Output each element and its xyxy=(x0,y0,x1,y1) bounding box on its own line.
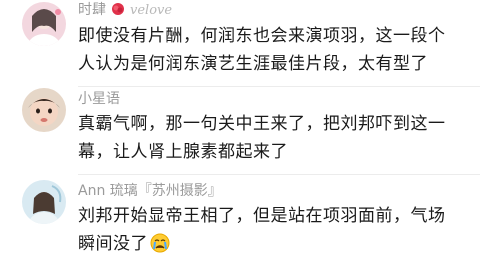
username[interactable]: Ann 琉璃『苏州摄影』 xyxy=(78,180,222,200)
comment-line: 真霸气啊，那一句关中王来了，把刘邦吓到这一 xyxy=(78,114,446,134)
comment-item: Ann 琉璃『苏州摄影』 刘邦开始显帝王相了，但是站在项羽面前，气场 瞬间没了 xyxy=(0,176,480,270)
comment-text: 刘邦开始显帝王相了，但是站在项羽面前，气场 瞬间没了 xyxy=(78,202,468,258)
comment-line: 人认为是何润东演艺生涯最佳片段，太有型了 xyxy=(78,54,428,74)
divider xyxy=(78,174,480,175)
username[interactable]: 小星语 xyxy=(78,88,120,108)
comment-text: 真霸气啊，那一句关中王来了，把刘邦吓到这一 幕，让人肾上腺素都起来了 xyxy=(78,110,468,166)
avatar[interactable] xyxy=(22,2,66,46)
comment-line-text: 瞬间没了 xyxy=(78,234,148,254)
crying-face-emoji-icon xyxy=(150,233,170,253)
comment-item: 小星语 真霸气啊，那一句关中王来了，把刘邦吓到这一 幕，让人肾上腺素都起来了 xyxy=(0,86,480,176)
comment-item: 时肆 velove 即使没有片酬，何润东也会来演项羽，这一段个 人认为是何润东演艺… xyxy=(0,0,480,88)
avatar[interactable] xyxy=(22,180,66,224)
comment-line: 幕，让人肾上腺素都起来了 xyxy=(78,142,288,162)
username-text: 时肆 xyxy=(78,2,106,18)
rose-flower-icon xyxy=(112,3,124,15)
comment-text: 即使没有片酬，何润东也会来演项羽，这一段个 人认为是何润东演艺生涯最佳片段，太有… xyxy=(78,22,468,78)
avatar[interactable] xyxy=(22,88,66,132)
username[interactable]: 时肆 velove xyxy=(78,0,172,19)
comment-line: 即使没有片酬，何润东也会来演项羽，这一段个 xyxy=(78,26,446,46)
comment-line: 瞬间没了 xyxy=(78,230,468,258)
user-signature: velove xyxy=(130,3,173,18)
comment-line: 刘邦开始显帝王相了，但是站在项羽面前，气场 xyxy=(78,206,446,226)
